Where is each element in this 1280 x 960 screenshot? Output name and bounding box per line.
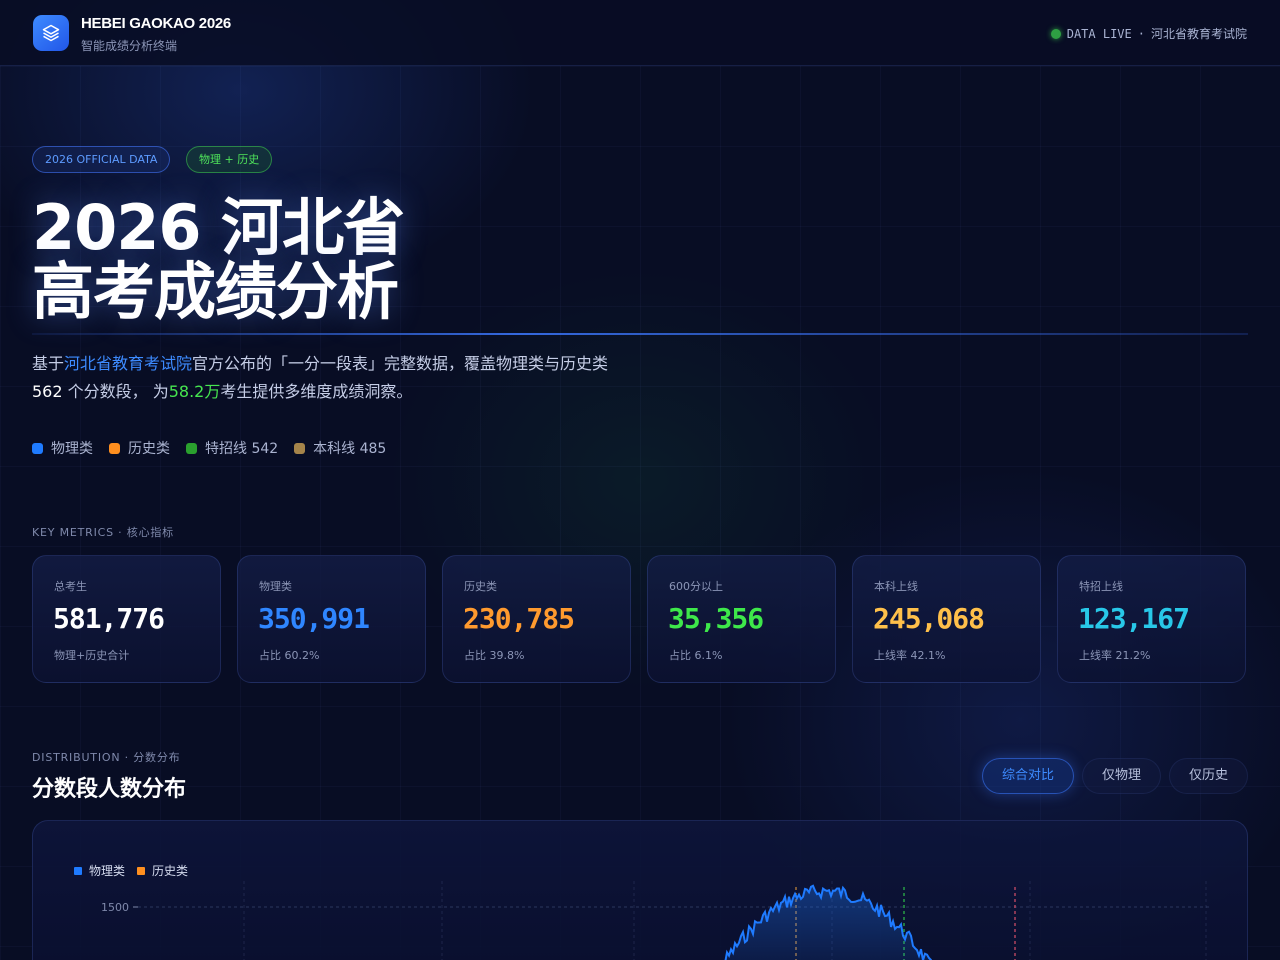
distribution-section-label: DISTRIBUTION · 分数分布 [32, 751, 181, 764]
hero-legend: 物理类 历史类 特招线 542 本科线 485 [32, 438, 386, 458]
desc-text: 官方公布的「一分一段表」完整数据，覆盖物理类与历史类 [192, 354, 609, 373]
legend-swatch-icon [294, 442, 306, 454]
live-status: DATA LIVE · 河北省教育考试院 [1050, 25, 1247, 42]
page-title: 2026 河北省 高考成绩分析 [32, 191, 405, 328]
tab-2[interactable]: 仅历史 [1168, 758, 1248, 794]
metric-label: 物理类 [259, 580, 292, 593]
brand-subtitle: 智能成绩分析终端 [81, 39, 178, 53]
y-tick-label: 1500 [101, 901, 129, 914]
title-line-2: 高考成绩分析 [32, 255, 399, 328]
top-bar: HEBEI GAOKAO 2026 智能成绩分析终端 DATA LIVE · 河… [0, 0, 1280, 66]
metric-sub: 物理+历史合计 [54, 649, 130, 662]
desc-text: 个分数段， 为 [62, 382, 169, 401]
title-line-1: 2026 河北省 [32, 191, 405, 264]
chart-legend: 物理类 历史类 [74, 862, 188, 879]
legend-label: 特招线 542 [205, 441, 279, 457]
metric-cards: 总考生 581,776 物理+历史合计 物理类 350,991 占比 60.2% 历史类 23… [32, 555, 1246, 683]
metric-sub: 上线率 21.2% [1079, 649, 1151, 662]
distribution-tabs: 综合对比 仅物理 仅历史 [981, 758, 1248, 794]
layers-icon [42, 24, 60, 42]
legend-swatch-icon [186, 442, 197, 454]
live-source: 河北省教育考试院 [1150, 27, 1247, 41]
legend-label: 历史类 [128, 441, 170, 457]
tab-0[interactable]: 综合对比 [981, 758, 1074, 794]
metrics-section-label: KEY METRICS · 核心指标 [32, 526, 174, 539]
metric-label: 特招上线 [1079, 580, 1123, 593]
tab-1[interactable]: 仅物理 [1081, 758, 1161, 794]
metric-card: 物理类 350,991 占比 60.2% [237, 555, 426, 683]
desc-text: 考生提供多维度成绩洞察。 [220, 382, 413, 401]
metric-label: 600分以上 [669, 580, 723, 593]
hero-description: 基于河北省教育考试院官方公布的「一分一段表」完整数据，覆盖物理类与历史类 562… [32, 350, 752, 406]
metric-card: 总考生 581,776 物理+历史合计 [32, 555, 221, 683]
legend-item: 物理类 [32, 438, 93, 458]
hero-divider [32, 333, 1248, 335]
live-label: DATA LIVE [1066, 26, 1132, 41]
chart-legend-swatch-icon [74, 866, 82, 875]
legend-item: 本科线 485 [294, 438, 386, 458]
metric-value: 350,991 [258, 602, 370, 635]
metric-value: 230,785 [463, 602, 575, 635]
metric-value: 245,068 [873, 602, 985, 635]
metric-label: 总考生 [54, 580, 87, 593]
desc-count: 562 [32, 382, 63, 401]
official-data-badge: 2026 OFFICIAL DATA [32, 146, 171, 173]
legend-label: 物理类 [51, 441, 93, 457]
chart-canvas: 1500 [101, 881, 1209, 960]
metric-value: 581,776 [53, 602, 165, 635]
chart-legend-label: 物理类 [89, 864, 126, 878]
metric-card: 历史类 230,785 占比 39.8% [442, 555, 631, 683]
metric-label: 本科上线 [874, 580, 918, 593]
metric-value: 35,356 [668, 602, 764, 635]
distribution-chart: 1500 物理类 历史类 [32, 820, 1248, 960]
legend-swatch-icon [32, 442, 43, 454]
distribution-title: 分数段人数分布 [32, 777, 187, 802]
chart-legend-label: 历史类 [152, 864, 189, 878]
metric-card: 特招上线 123,167 上线率 21.2% [1057, 555, 1246, 683]
legend-swatch-icon [109, 442, 120, 454]
brand-title: HEBEI GAOKAO 2026 [81, 15, 231, 32]
metric-value: 123,167 [1078, 602, 1190, 635]
metric-sub: 上线率 42.1% [874, 649, 946, 662]
legend-item: 历史类 [109, 438, 170, 458]
chart-legend-item[interactable]: 历史类 [137, 862, 188, 879]
subjects-badge: 物理 + 历史 [186, 146, 273, 173]
chart-legend-swatch-icon [137, 866, 146, 875]
metric-card: 本科上线 245,068 上线率 42.1% [852, 555, 1041, 683]
metric-sub: 占比 39.8% [464, 649, 525, 662]
desc-text: 基于 [32, 354, 65, 373]
live-separator: · [1137, 26, 1145, 41]
metric-sub: 占比 6.1% [669, 649, 723, 662]
live-dot-icon [1050, 28, 1061, 39]
desc-total: 58.2万 [168, 382, 221, 401]
physics-area [725, 885, 931, 960]
desc-source-link[interactable]: 河北省教育考试院 [64, 354, 192, 373]
metric-label: 历史类 [464, 580, 497, 593]
metric-card: 600分以上 35,356 占比 6.1% [647, 555, 836, 683]
legend-label: 本科线 485 [313, 441, 387, 457]
metric-sub: 占比 60.2% [259, 649, 320, 662]
chart-legend-item[interactable]: 物理类 [74, 862, 125, 879]
legend-item: 特招线 542 [186, 438, 278, 458]
logo[interactable] [33, 15, 69, 51]
